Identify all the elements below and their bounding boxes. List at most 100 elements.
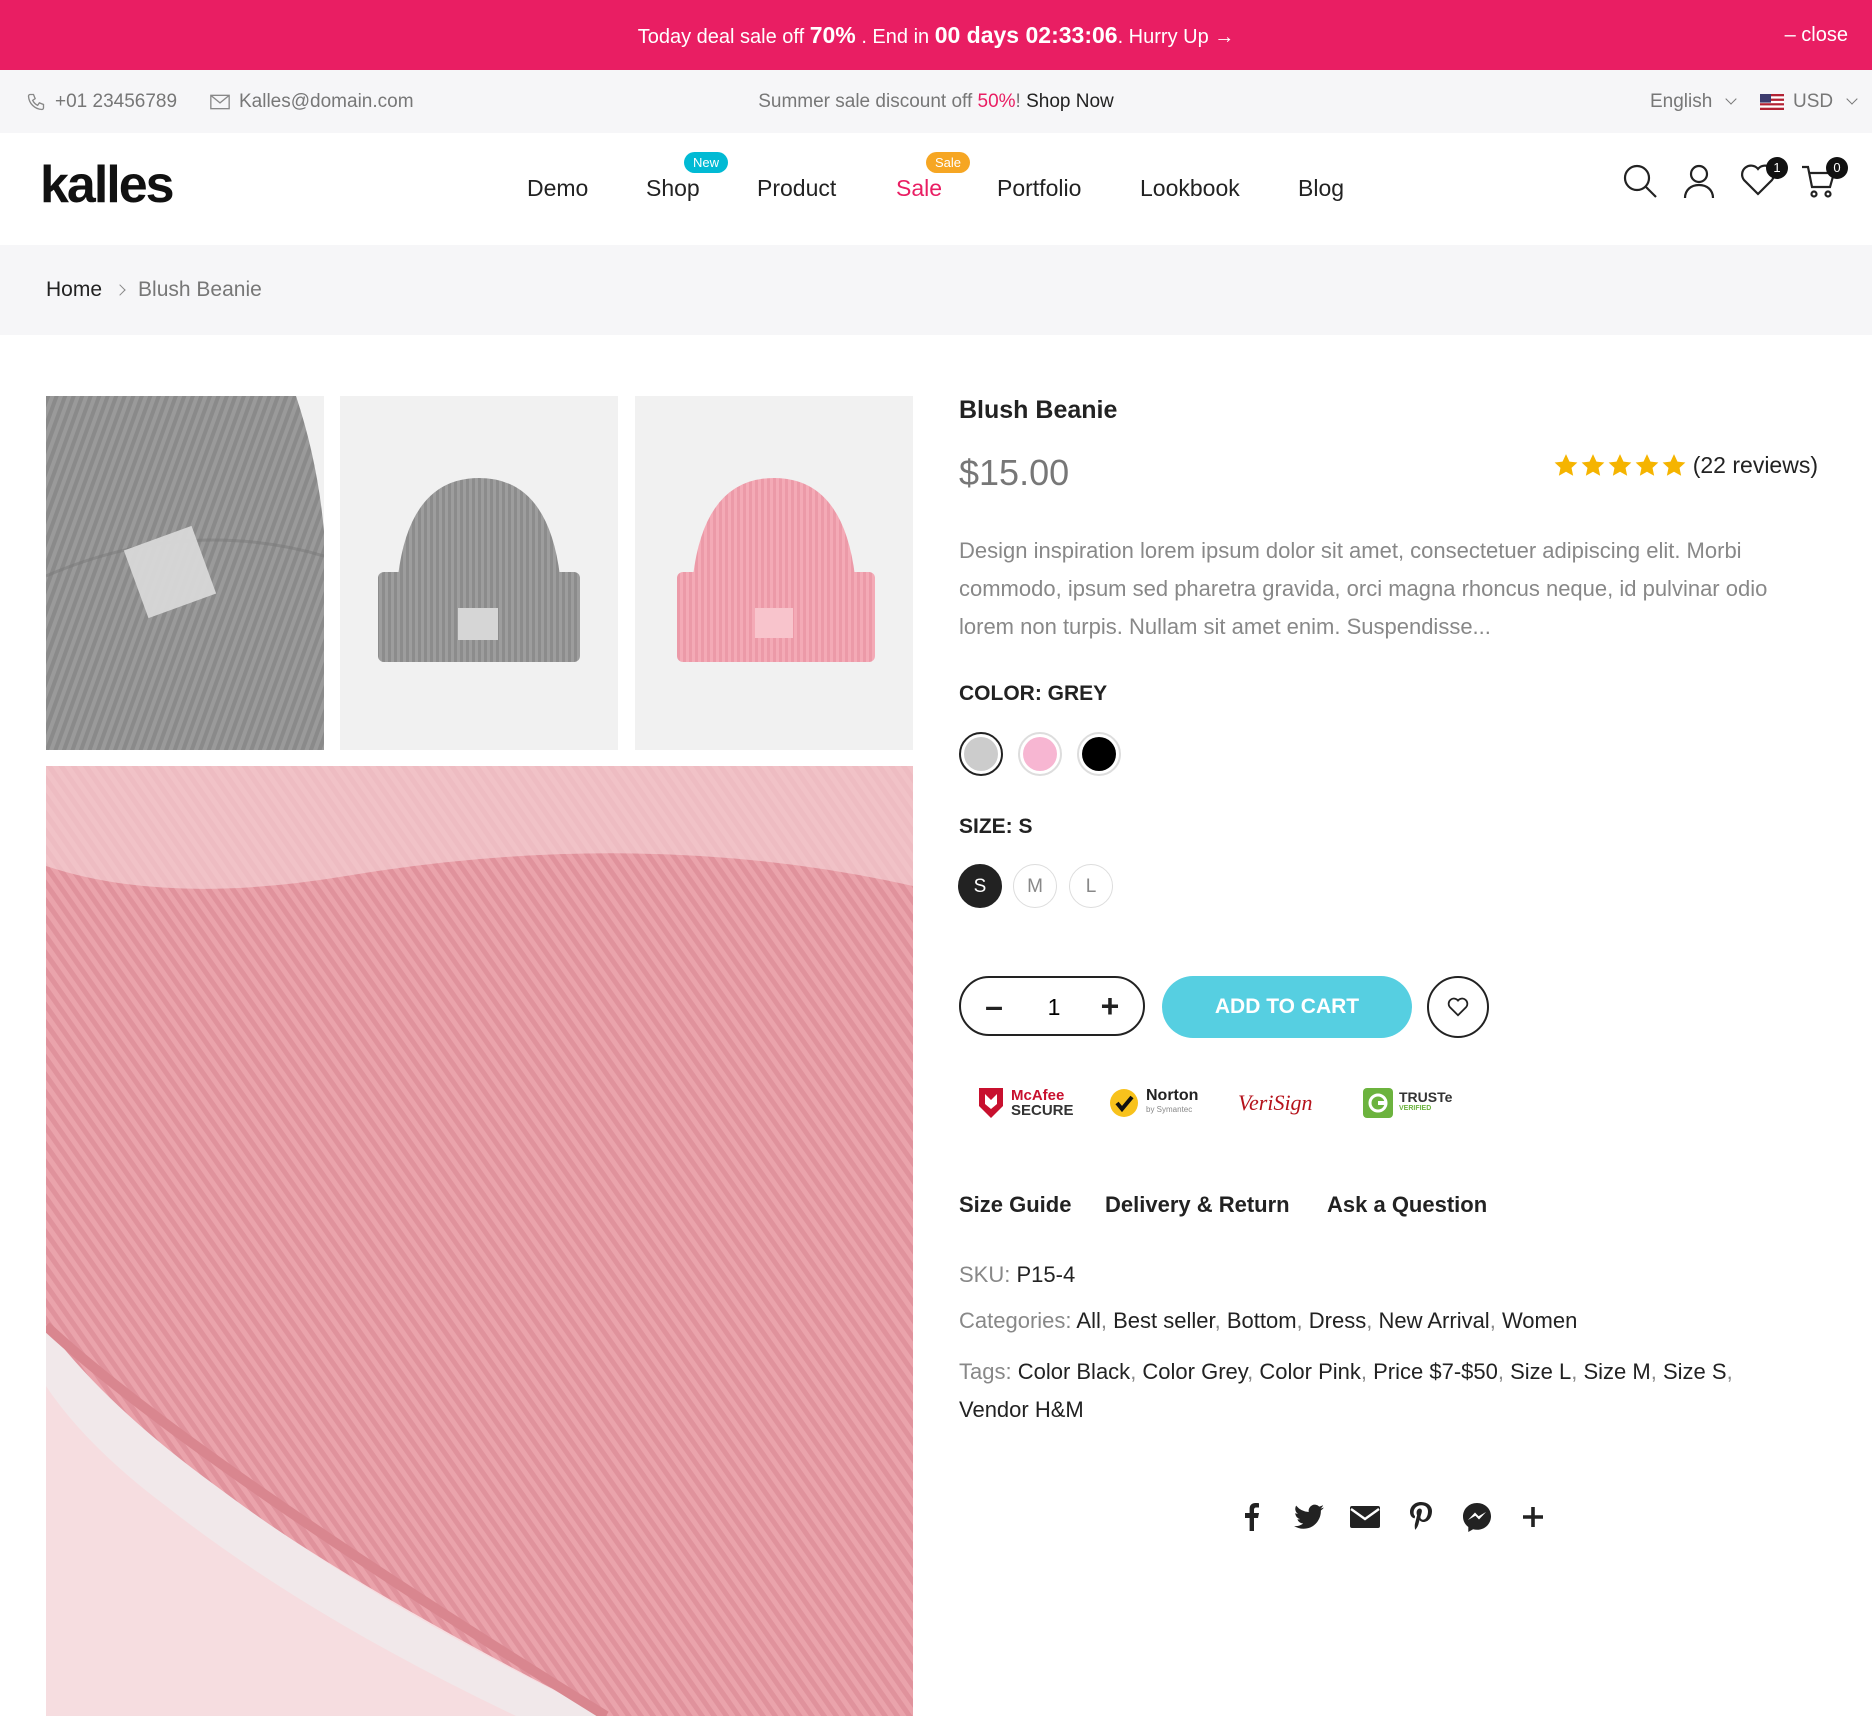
grey-beanie-image [340, 396, 618, 750]
language-value: English [1650, 91, 1713, 112]
tag-link[interactable]: Vendor H&M [959, 1397, 1084, 1422]
cart-count: 0 [1826, 157, 1848, 179]
breadcrumb-home[interactable]: Home [46, 245, 102, 335]
share-pinterest-button[interactable] [1404, 1500, 1438, 1534]
star-icon [1554, 454, 1578, 476]
account-button[interactable] [1682, 163, 1722, 203]
color-swatch-black[interactable] [1077, 732, 1121, 776]
product-description: Design inspiration lorem ipsum dolor sit… [959, 538, 1768, 639]
share-more-button[interactable] [1516, 1500, 1550, 1534]
share-messenger-button[interactable] [1460, 1500, 1494, 1534]
category-link[interactable]: Women [1502, 1308, 1577, 1333]
share-twitter-button[interactable] [1292, 1500, 1326, 1534]
nav-demo[interactable]: Demo [527, 175, 588, 202]
tag-link[interactable]: Size M [1583, 1359, 1650, 1384]
tag-link[interactable]: Color Black [1018, 1359, 1130, 1384]
category-link[interactable]: All [1076, 1308, 1100, 1333]
product-thumbnail-grey[interactable] [340, 396, 618, 750]
nav-blog[interactable]: Blog [1298, 175, 1344, 202]
star-icon [1635, 454, 1659, 476]
pinterest-icon [1410, 1502, 1432, 1530]
star-rating [1553, 453, 1687, 478]
categories-label: Categories: [959, 1308, 1077, 1333]
shop-now-link[interactable]: Shop Now [1026, 91, 1114, 112]
product-sku: SKU: P15-4 [959, 1262, 1075, 1288]
nav-sale[interactable]: Sale Sale [896, 152, 971, 202]
norton-sublabel: by Symantec [1146, 1105, 1193, 1114]
plus-icon [1523, 1507, 1543, 1527]
share-facebook-button[interactable] [1235, 1500, 1269, 1534]
quantity-input[interactable] [1021, 978, 1087, 1036]
size-l-button[interactable]: L [1069, 864, 1113, 908]
add-to-wishlist-button[interactable] [1427, 976, 1489, 1038]
tag-link[interactable]: Price $7-$50 [1373, 1359, 1498, 1384]
color-option-label: COLOR: GREY [959, 682, 1107, 706]
star-icon [1608, 454, 1632, 476]
promo-close-button[interactable]: – close [1785, 0, 1848, 70]
promo-countdown: 00 days 02:33:06 [934, 22, 1118, 48]
promo-bar: Today deal sale off 70% . End in 00 days… [0, 0, 1872, 70]
search-icon [1623, 164, 1657, 198]
add-to-cart-button[interactable]: ADD TO CART [1162, 976, 1412, 1038]
new-badge: New [684, 152, 729, 173]
ask-question-link[interactable]: Ask a Question [1327, 1192, 1487, 1218]
category-link[interactable]: New Arrival [1378, 1308, 1489, 1333]
product-thumbnail-pink[interactable] [635, 396, 913, 750]
twitter-icon [1294, 1504, 1324, 1529]
verisign-badge: VeriSign [1238, 1090, 1313, 1115]
quantity-increase-button[interactable]: + [1085, 978, 1135, 1034]
nav-sale-label: Sale [896, 175, 943, 201]
size-guide-link[interactable]: Size Guide [959, 1192, 1071, 1218]
nav-lookbook[interactable]: Lookbook [1140, 175, 1240, 202]
promo-percent: 70% [809, 22, 856, 48]
product-thumbnail-grey-closeup[interactable] [46, 396, 324, 750]
grey-swatch-fill [964, 737, 998, 771]
nav-shop[interactable]: Shop New [646, 152, 729, 202]
chevron-down-icon [1846, 92, 1858, 105]
sku-value: P15-4 [1016, 1262, 1076, 1287]
currency-selector[interactable]: USD [1760, 70, 1858, 133]
truste-text: TRUSTe VERIFIED [1399, 1090, 1452, 1115]
mcafee-label: McAfee [1011, 1087, 1065, 1104]
tag-link[interactable]: Size S [1663, 1359, 1727, 1384]
share-email-button[interactable] [1348, 1500, 1382, 1534]
size-s-button[interactable]: S [958, 864, 1002, 908]
nav-portfolio[interactable]: Portfolio [997, 175, 1081, 202]
language-selector[interactable]: English [1650, 70, 1737, 133]
size-selected-value: S [1018, 815, 1033, 838]
wishlist-button[interactable]: 1 [1740, 157, 1788, 203]
grey-beanie-closeup-image [46, 396, 324, 750]
tag-link[interactable]: Color Pink [1259, 1359, 1360, 1384]
category-link[interactable]: Bottom [1227, 1308, 1297, 1333]
nav-product[interactable]: Product [757, 175, 836, 202]
promo-text[interactable]: Today deal sale off 70% . End in 00 days… [0, 0, 1872, 70]
category-link[interactable]: Dress [1309, 1308, 1366, 1333]
truste-badge: TRUSTe VERIFIED [1363, 1080, 1452, 1126]
size-m-button[interactable]: M [1013, 864, 1057, 908]
delivery-return-link[interactable]: Delivery & Return [1105, 1192, 1290, 1218]
category-link[interactable]: Best seller [1113, 1308, 1215, 1333]
quantity-decrease-button[interactable]: – [969, 978, 1019, 1034]
pink-swatch-fill [1023, 737, 1057, 771]
cart-button[interactable]: 0 [1800, 157, 1848, 203]
kalles-logo[interactable]: kalles [40, 155, 175, 215]
nav-shop-label: Shop [646, 175, 700, 201]
summer-sale-mid: ! [1015, 91, 1027, 112]
tag-link[interactable]: Size L [1510, 1359, 1571, 1384]
envelope-icon [1350, 1506, 1380, 1528]
product-tags: Tags: Color Black, Color Grey, Color Pin… [959, 1359, 1733, 1422]
mcafee-text: McAfee SECURE [1011, 1088, 1074, 1118]
product-rating[interactable]: (22 reviews) [1553, 452, 1818, 479]
size-option-label: SIZE: S [959, 815, 1033, 839]
color-swatch-pink[interactable] [1018, 732, 1062, 776]
color-swatch-grey[interactable] [959, 732, 1003, 776]
product-categories: Categories: All, Best seller, Bottom, Dr… [959, 1308, 1578, 1333]
product-main-image[interactable] [46, 766, 913, 1716]
messenger-icon [1463, 1503, 1491, 1532]
size-label: SIZE: [959, 815, 1019, 838]
promo-hurry-link[interactable]: . Hurry Up → [1118, 26, 1235, 48]
tag-link[interactable]: Color Grey [1142, 1359, 1247, 1384]
breadcrumb: Home Blush Beanie [46, 245, 262, 335]
search-button[interactable] [1622, 163, 1662, 203]
color-label: COLOR: [959, 682, 1048, 705]
